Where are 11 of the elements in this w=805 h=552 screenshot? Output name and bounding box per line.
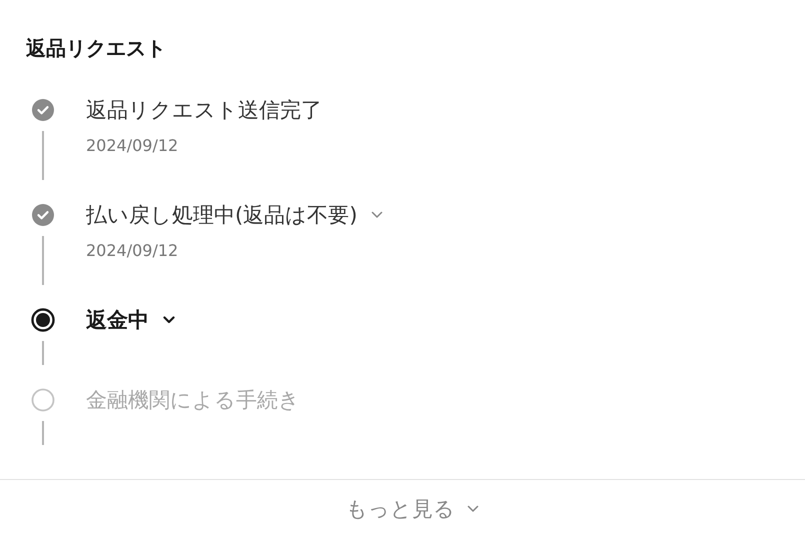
step-date: 2024/09/12 bbox=[86, 240, 178, 262]
chevron-icon bbox=[467, 505, 479, 513]
show-more-link[interactable]: もっと見る bbox=[346, 494, 479, 524]
step-label: 金融機関による手続き bbox=[86, 387, 300, 414]
step-label: 返品リクエスト送信完了 bbox=[86, 97, 322, 124]
chevron-icon bbox=[371, 211, 384, 219]
step-label: 払い戻し処理中(返品は不要) bbox=[86, 202, 358, 229]
step-date: 2024/09/12 bbox=[86, 135, 178, 157]
step-label: 返金中 bbox=[86, 307, 149, 334]
section-title: 返品リクエスト bbox=[26, 35, 167, 62]
chevron-icon bbox=[163, 316, 175, 324]
